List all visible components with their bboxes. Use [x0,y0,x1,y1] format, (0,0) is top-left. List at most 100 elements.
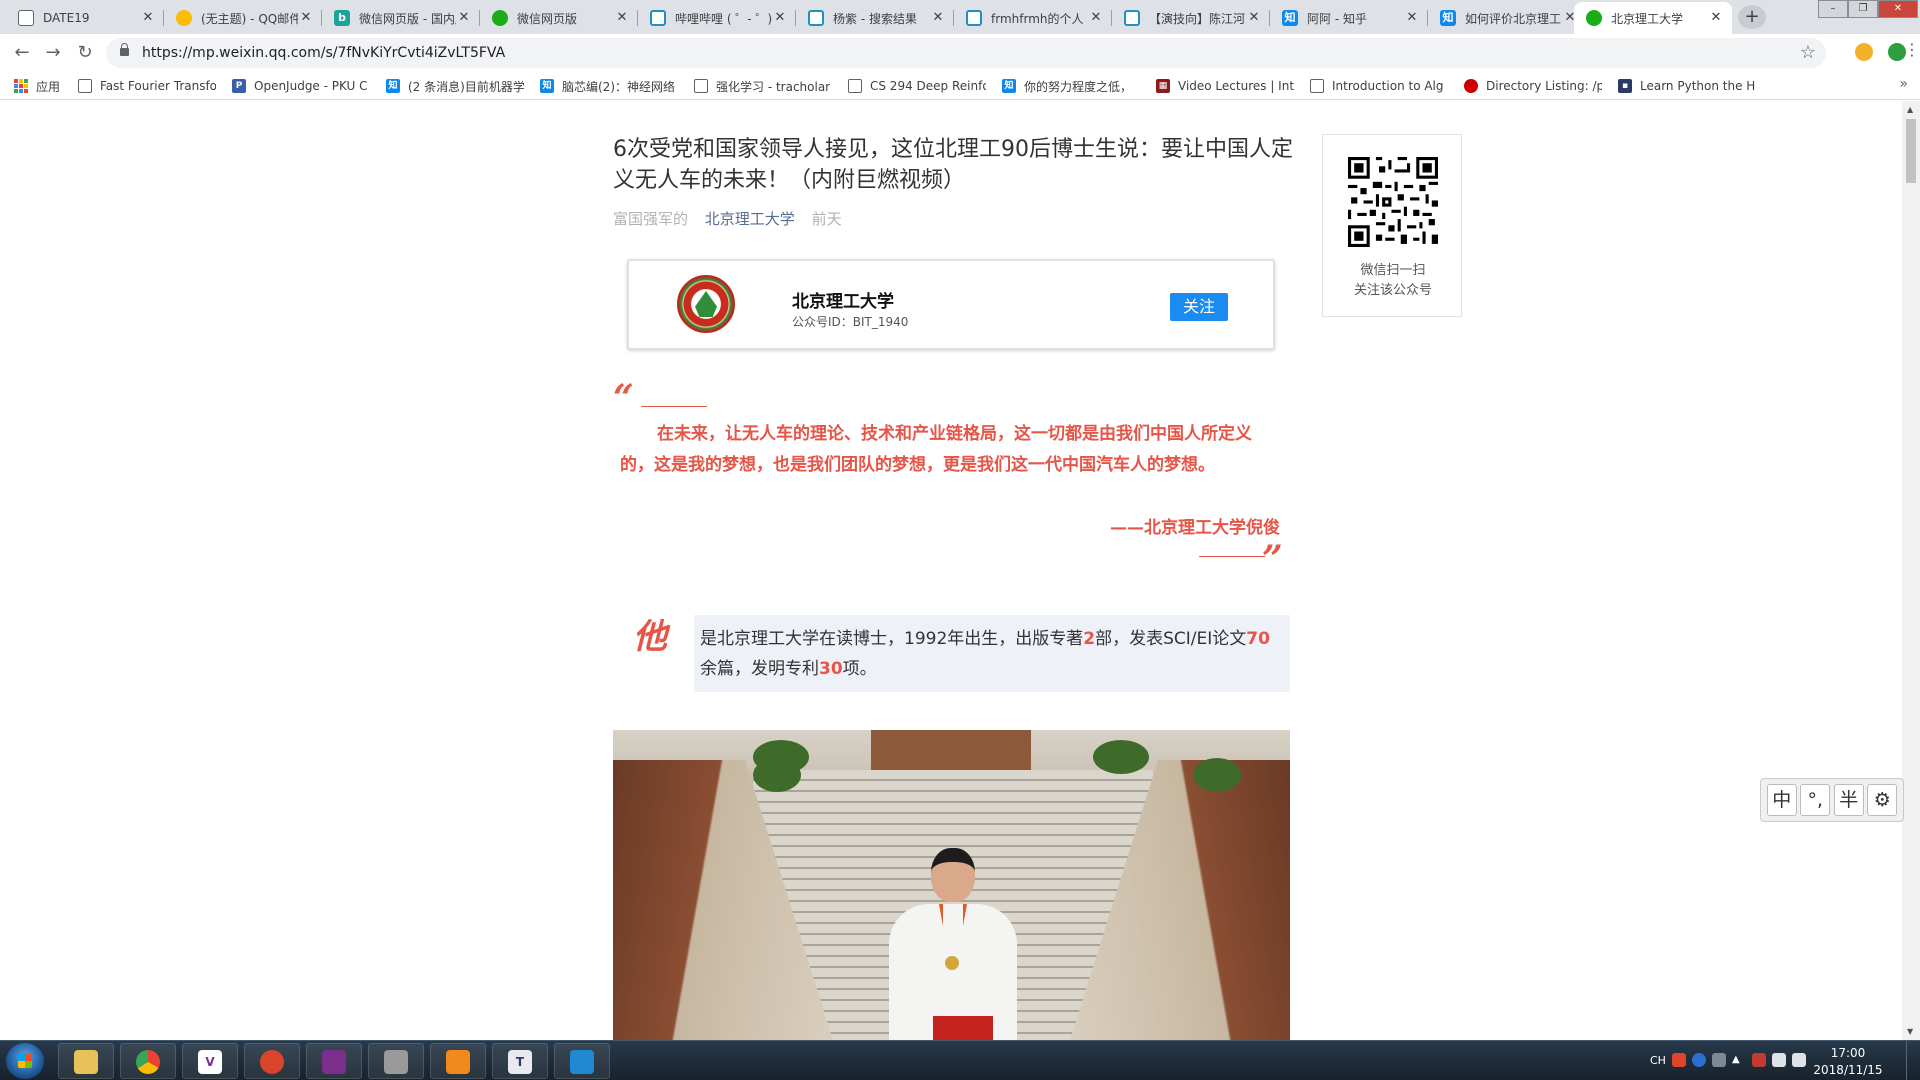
tab-bilibili-search[interactable]: 杨紫 - 搜索结果 ✕ [796,2,954,34]
tab-date19[interactable]: DATE19 ✕ [6,2,164,34]
bookmark-label: Learn Python the H [1640,79,1756,93]
ime-toolbar: 中 °, 半 ⚙ [1760,778,1904,822]
video-icon: ▦ [1156,79,1170,93]
close-icon[interactable]: ✕ [1088,10,1104,26]
zhihu-icon: 知 [1002,79,1016,93]
scroll-down-icon[interactable]: ▼ [1907,1027,1913,1036]
network-icon[interactable] [1772,1053,1786,1067]
qr-caption-line2: 关注该公众号 [1353,283,1432,298]
snail-icon[interactable] [244,1043,300,1079]
quote-divider [641,406,707,407]
reload-icon[interactable]: ↻ [73,41,97,65]
volume-icon[interactable] [1792,1053,1806,1067]
clock-time[interactable]: 17:00 [1808,1046,1888,1060]
bio-highlight: 30 [819,659,843,679]
tab-qq-mail[interactable]: (无主题) - QQ邮件 ✕ [164,2,322,34]
scroll-thumb[interactable] [1906,119,1916,183]
ime-width-button[interactable]: 半 [1833,784,1864,816]
settings-tray-icon[interactable] [1712,1053,1726,1067]
account-card[interactable]: 北京理工大学 公众号ID：BIT_1940 关注 [627,259,1275,350]
start-button[interactable] [6,1043,44,1079]
visual-c-icon[interactable]: V [182,1043,238,1079]
tab-zhihu-question[interactable]: 知 如何评价北京理工 ✕ [1428,2,1586,34]
tab-bit-active[interactable]: 北京理工大学 ✕ [1574,2,1732,34]
window-close-button[interactable]: ✕ [1878,0,1918,18]
show-desktop-button[interactable] [1906,1041,1920,1080]
bookmark-label: Fast Fourier Transfo [100,79,216,93]
zhihu-icon: 知 [386,79,400,93]
tab-label: 北京理工大学 [1611,11,1684,26]
forward-icon[interactable]: → [41,41,65,65]
close-icon[interactable]: ✕ [772,10,788,26]
show-hidden-icons[interactable]: ▲ [1732,1053,1746,1067]
bookmark-zhihu-ml[interactable]: 知 (2 条消息)目前机器学 [386,77,524,95]
tab-label: 如何评价北京理工 [1465,11,1562,26]
bookmark-zhihu-nn[interactable]: 知 脑芯编(2)：神经网络 [540,77,678,95]
bookmark-zhihu-effort[interactable]: 知 你的努力程度之低， [1002,77,1140,95]
winrar-icon[interactable] [306,1043,362,1079]
pdf-icon[interactable] [430,1043,486,1079]
sogou-icon[interactable] [1672,1053,1686,1067]
action-center-flag-icon[interactable] [1752,1053,1766,1067]
star-icon[interactable]: ☆ [1800,42,1816,63]
close-icon[interactable]: ✕ [1404,10,1420,26]
close-icon[interactable]: ✕ [298,10,314,26]
tab-bilibili-profile[interactable]: frmhfrmh的个人 ✕ [954,2,1112,34]
tab-wechat-web[interactable]: 微信网页版 ✕ [480,2,638,34]
gear-icon[interactable]: ⚙ [1867,784,1898,816]
bookmark-cs294[interactable]: CS 294 Deep Reinfo [848,77,986,95]
bookmarks-more-icon[interactable]: » [1899,76,1908,92]
bookmark-video-lectures[interactable]: ▦ Video Lectures | Int [1156,77,1294,95]
bookmark-apps[interactable]: 应用 [14,77,70,95]
minimize-button[interactable]: – [1818,0,1848,18]
ime-mode-button[interactable]: 中 [1766,784,1797,816]
tray-ime-indicator[interactable]: CH [1650,1054,1666,1067]
bookmark-rl[interactable]: 强化学习 - tracholar [694,77,832,95]
vscode-icon[interactable] [554,1043,610,1079]
back-icon[interactable]: ← [10,41,34,65]
bookmarks-bar: 应用 Fast Fourier Transfo P OpenJudge - PK… [0,72,1920,100]
bookmark-intro-alg[interactable]: Introduction to Alg [1310,77,1448,95]
tab-wechat-web-bing[interactable]: b 微信网页版 - 国内版 ✕ [322,2,480,34]
close-icon[interactable]: ✕ [1246,10,1262,26]
bookmark-label: Introduction to Alg [1332,79,1444,93]
zhihu-icon: 知 [1440,10,1456,26]
tool-icon[interactable] [368,1043,424,1079]
new-tab-button[interactable]: + [1738,5,1766,29]
tab-label: (无主题) - QQ邮件 [201,11,298,26]
page-scrollbar[interactable]: ▲ ▼ [1902,101,1920,1040]
close-icon[interactable]: ✕ [614,10,630,26]
bookmark-directory-listing[interactable]: Directory Listing: /p [1464,77,1602,95]
bilibili-icon [1124,10,1140,26]
tab-bilibili-home[interactable]: 哔哩哔哩 ( ゜- ゜)つ ✕ [638,2,796,34]
restore-button[interactable]: ❐ [1848,0,1878,18]
close-icon[interactable]: ✕ [1708,10,1724,26]
close-icon[interactable]: ✕ [140,10,156,26]
doc-icon [18,10,34,26]
meta-account-link[interactable]: 北京理工大学 [705,210,795,228]
bookmark-learn-python[interactable]: ▪ Learn Python the H [1618,77,1756,95]
tab-zhihu-profile[interactable]: 知 阿阿 - 知乎 ✕ [1270,2,1428,34]
article-title: 6次受党和国家领导人接见，这位北理工90后博士生说：要让中国人定义无人车的未来！… [613,137,1293,193]
extension-emoji-icon[interactable] [1855,43,1873,61]
close-icon[interactable]: ✕ [456,10,472,26]
chrome-icon[interactable] [120,1043,176,1079]
help-icon[interactable] [1692,1053,1706,1067]
ime-punct-button[interactable]: °, [1800,784,1831,816]
bio-text: 项。 [842,659,877,679]
browser-menu-icon[interactable]: ⋮ [1904,40,1920,59]
bookmark-openjudge[interactable]: P OpenJudge - PKU C [232,77,370,95]
scroll-up-icon[interactable]: ▲ [1907,105,1913,114]
file-explorer-icon[interactable] [58,1043,114,1079]
typora-icon[interactable]: T [492,1043,548,1079]
follow-button[interactable]: 关注 [1170,293,1228,321]
address-bar[interactable]: https://mp.weixin.qq.com/s/7fNvKiYrCvti4… [106,38,1826,68]
url-text[interactable]: https://mp.weixin.qq.com/s/7fNvKiYrCvti4… [142,45,505,61]
close-icon[interactable]: ✕ [930,10,946,26]
tab-bilibili-video[interactable]: 【演技向】陈江河 ✕ [1112,2,1270,34]
bookmark-fft[interactable]: Fast Fourier Transfo [78,77,216,95]
tab-label: 【演技向】陈江河 [1149,11,1246,26]
quote-text: 在未来，让无人车的理论、技术和产业链格局，这一切都是由我们中国人所定义的，这是我… [620,424,1252,475]
page-viewport: 6次受党和国家领导人接见，这位北理工90后博士生说：要让中国人定义无人车的未来！… [0,101,1902,1040]
clock-date[interactable]: 2018/11/15 [1808,1063,1888,1077]
